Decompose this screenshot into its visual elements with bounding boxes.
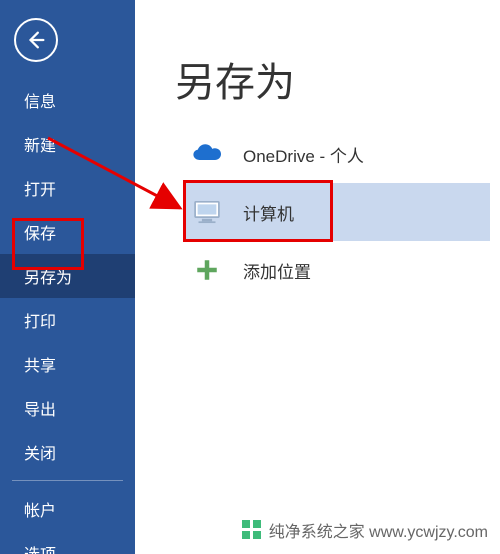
- nav-list: 信息 新建 打开 保存 另存为 打印 共享 导出 关闭 帐户 选项: [0, 78, 135, 554]
- computer-icon: [187, 192, 227, 232]
- back-button[interactable]: [14, 18, 58, 62]
- nav-new[interactable]: 新建: [0, 122, 135, 166]
- nav-account[interactable]: 帐户: [0, 487, 135, 531]
- location-computer-label: 计算机: [243, 200, 294, 225]
- nav-export[interactable]: 导出: [0, 386, 135, 430]
- nav-info[interactable]: 信息: [0, 78, 135, 122]
- watermark: 纯净系统之家 www.ycwjzy.com: [241, 518, 488, 542]
- nav-share[interactable]: 共享: [0, 342, 135, 386]
- onedrive-icon: [187, 134, 227, 174]
- location-computer[interactable]: 计算机: [183, 183, 490, 241]
- location-add-label: 添加位置: [243, 258, 311, 283]
- location-add[interactable]: 添加位置: [183, 241, 490, 299]
- back-arrow-icon: [25, 29, 47, 51]
- page-title: 另存为: [175, 50, 295, 108]
- watermark-text: 纯净系统之家 www.ycwjzy.com: [269, 518, 488, 542]
- main-panel: 另存为 OneDrive - 个人: [135, 0, 500, 554]
- nav-save[interactable]: 保存: [0, 210, 135, 254]
- nav-options[interactable]: 选项: [0, 531, 135, 554]
- plus-icon: [187, 250, 227, 290]
- backstage-sidebar: 信息 新建 打开 保存 另存为 打印 共享 导出 关闭 帐户 选项: [0, 0, 135, 554]
- nav-separator: [12, 480, 123, 481]
- location-onedrive[interactable]: OneDrive - 个人: [183, 125, 490, 183]
- location-onedrive-label: OneDrive - 个人: [243, 142, 364, 167]
- nav-close[interactable]: 关闭: [0, 430, 135, 474]
- nav-print[interactable]: 打印: [0, 298, 135, 342]
- nav-open[interactable]: 打开: [0, 166, 135, 210]
- watermark-logo-icon: [241, 519, 263, 541]
- locations-list: OneDrive - 个人 计算机: [183, 125, 490, 299]
- nav-saveas[interactable]: 另存为: [0, 254, 135, 298]
